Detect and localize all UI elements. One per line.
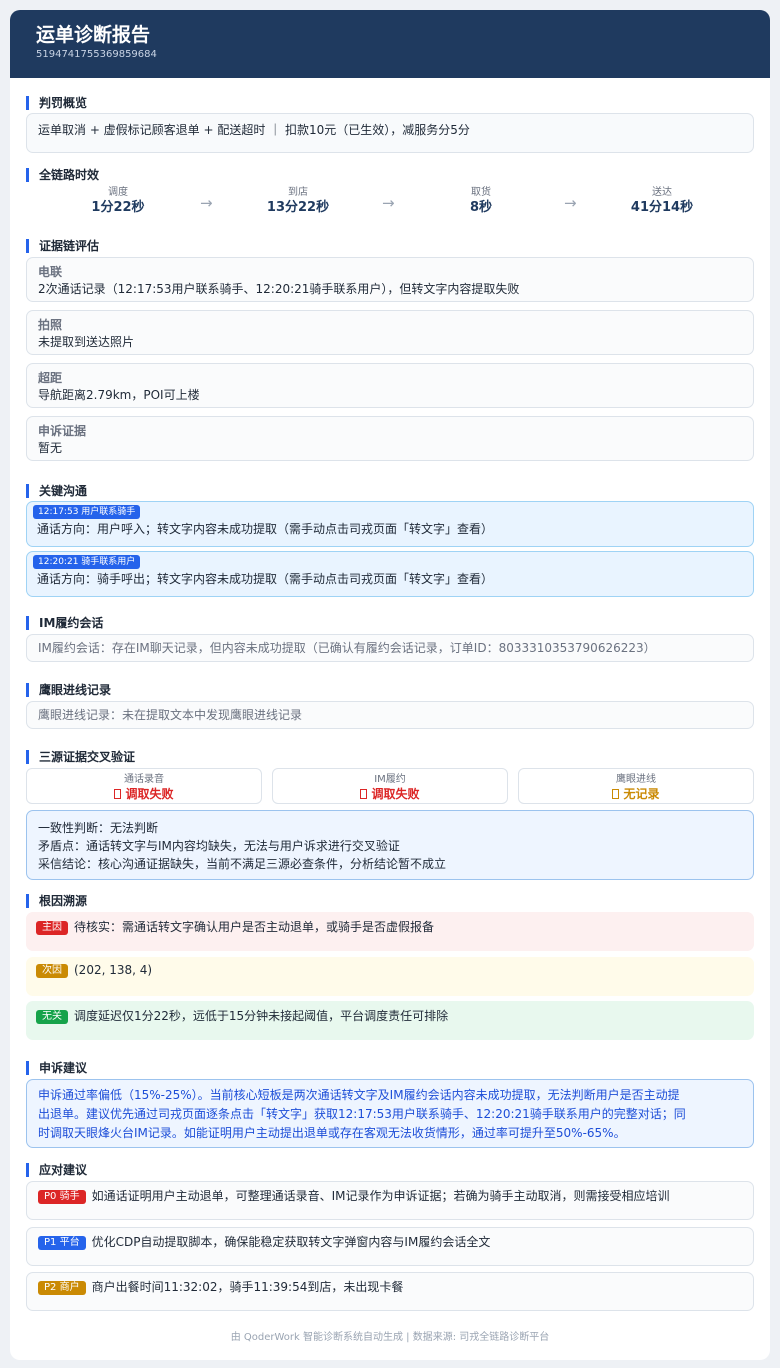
im-text: IM履约会话：存在IM聊天记录，但内容未成功提取（已确认有履约会话记录，订单ID… xyxy=(38,641,656,655)
section-title-communication: 关键沟通 xyxy=(26,484,87,498)
root-cause-text: 待核实：需通话转文字确认用户是否主动退单，或骑手是否虚假报备 xyxy=(74,920,435,934)
source-call-recording: 通话录音 调取失败 xyxy=(26,768,262,804)
evidence-item-phone: 电联 2次通话记录（12:17:53用户联系骑手、12:20:21骑手联系用户）… xyxy=(26,257,754,302)
timeline-step-label: 到店 xyxy=(288,187,308,198)
timeline-step-value: 41分14秒 xyxy=(630,200,694,215)
root-cause-main: 主因 待核实：需通话转文字确认用户是否主动退单，或骑手是否虚假报备 xyxy=(26,912,754,951)
source-status: 无记录 xyxy=(519,786,753,803)
evidence-item-distance: 超距 导航距离2.79km，POI可上楼 xyxy=(26,363,754,408)
timeline-step-label: 调度 xyxy=(108,187,128,198)
im-box: IM履约会话：存在IM聊天记录，但内容未成功提取（已确认有履约会话记录，订单ID… xyxy=(26,634,754,662)
section-title-timeline: 全链路时效 xyxy=(26,168,99,182)
evidence-text: 暂无 xyxy=(38,441,63,455)
penalty-summary-box: 运单取消 + 虚假标记顾客退单 + 配送超时 ｜ 扣款10元（已生效），减服务分… xyxy=(26,113,754,153)
communication-item: 12:20:21 骑手联系用户 通话方向：骑手呼出；转文字内容未成功提取（需手动… xyxy=(26,551,754,597)
timeline-step-value: 13分22秒 xyxy=(266,200,330,215)
appeal-line: 时调取天眼烽火台IM记录。如能证明用户主动提出退单或存在客观无法收货情形，通过率… xyxy=(38,1126,626,1140)
action-text: 商户出餐时间11:32:02，骑手11:39:54到店，未出现卡餐 xyxy=(91,1280,404,1294)
status-square-icon xyxy=(612,789,620,799)
priority-badge: P1 平台 xyxy=(38,1236,86,1250)
priority-badge: P2 商户 xyxy=(38,1281,86,1295)
arrow-right-icon: → xyxy=(564,194,577,212)
section-title-im: IM履约会话 xyxy=(26,616,103,630)
section-title-evidence: 证据链评估 xyxy=(26,239,99,253)
source-eagle: 鹰眼进线 无记录 xyxy=(518,768,754,804)
arrow-right-icon: → xyxy=(200,194,213,212)
communication-text: 通话方向：骑手呼出；转文字内容未成功提取（需手动点击司戎页面「转文字」查看） xyxy=(37,572,494,586)
timeline-step-dispatch: 调度 1分22秒 xyxy=(48,187,188,217)
appeal-box: 申诉通过率偏低（15%-25%）。当前核心短板是两次通话转文字及IM履约会话内容… xyxy=(26,1079,754,1148)
timeline-step-label: 送达 xyxy=(652,187,672,198)
evidence-label: 拍照 xyxy=(38,318,63,332)
section-title-penalty: 判罚概览 xyxy=(26,96,87,110)
timeline-step-value: 1分22秒 xyxy=(91,200,145,215)
order-id: 5194741755369859684 xyxy=(36,49,157,60)
root-cause-text: 调度延迟仅1分22秒，远低于15分钟未接起阈值，平台调度责任可排除 xyxy=(74,1009,449,1023)
eagle-text: 鹰眼进线记录：未在提取文本中发现鹰眼进线记录 xyxy=(38,708,303,722)
penalty-summary: 运单取消 + 虚假标记顾客退单 + 配送超时 ｜ 扣款10元（已生效），减服务分… xyxy=(38,123,470,137)
section-title-eagle: 鹰眼进线记录 xyxy=(26,683,111,697)
call-time-badge: 12:20:21 骑手联系用户 xyxy=(33,555,141,569)
section-title-cross-check: 三源证据交叉验证 xyxy=(26,750,135,764)
evidence-item-photo: 拍照 未提取到送达照片 xyxy=(26,310,754,355)
report-card: 运单诊断报告 5194741755369859684 判罚概览 运单取消 + 虚… xyxy=(10,10,770,1360)
appeal-line: 申诉通过率偏低（15%-25%）。当前核心短板是两次通话转文字及IM履约会话内容… xyxy=(38,1088,680,1102)
evidence-label: 超距 xyxy=(38,371,63,385)
evidence-text: 2次通话记录（12:17:53用户联系骑手、12:20:21骑手联系用户），但转… xyxy=(38,282,520,296)
status-square-icon xyxy=(360,789,368,799)
report-header: 运单诊断报告 5194741755369859684 xyxy=(10,10,770,78)
timeline-step-pickup: 取货 8秒 xyxy=(411,187,551,217)
source-label: 通话录音 xyxy=(124,774,164,785)
consistency-text: 一致性判断：无法判断 xyxy=(38,821,159,835)
root-cause-unrelated: 无关 调度延迟仅1分22秒，远低于15分钟未接起阈值，平台调度责任可排除 xyxy=(26,1001,754,1040)
root-cause-text: (202, 138, 4) xyxy=(74,963,153,977)
timeline-step-arrive: 到店 13分22秒 xyxy=(228,187,368,217)
timeline-step-deliver: 送达 41分14秒 xyxy=(592,187,732,217)
communication-text: 通话方向：用户呼入；转文字内容未成功提取（需手动点击司戎页面「转文字」查看） xyxy=(37,522,494,536)
evidence-item-appeal: 申诉证据 暂无 xyxy=(26,416,754,461)
action-text: 优化CDP自动提取脚本，确保能稳定获取转文字弹窗内容与IM履约会话全文 xyxy=(91,1235,491,1249)
conclusion-text: 采信结论：核心沟通证据缺失，当前不满足三源必查条件，分析结论暂不成立 xyxy=(38,857,447,871)
root-cause-secondary: 次因 (202, 138, 4) xyxy=(26,957,754,996)
footer: 由 QoderWork 智能诊断系统自动生成 | 数据来源: 司戎全链路诊断平台 xyxy=(230,1332,550,1343)
section-title-appeal: 申诉建议 xyxy=(26,1061,87,1075)
action-item-p2: P2 商户 商户出餐时间11:32:02，骑手11:39:54到店，未出现卡餐 xyxy=(26,1272,754,1311)
timeline-step-value: 8秒 xyxy=(469,200,493,215)
evidence-text: 导航距离2.79km，POI可上楼 xyxy=(38,388,200,402)
appeal-line: 出退单。建议优先通过司戎页面逐条点击「转文字」获取12:17:53用户联系骑手、… xyxy=(38,1107,686,1121)
status-square-icon xyxy=(114,789,122,799)
root-cause-tag: 次因 xyxy=(36,964,68,978)
communication-item: 12:17:53 用户联系骑手 通话方向：用户呼入；转文字内容未成功提取（需手动… xyxy=(26,501,754,547)
source-status: 调取失败 xyxy=(27,786,261,803)
action-item-p0: P0 骑手 如通话证明用户主动退单，可整理通话录音、IM记录作为申诉证据；若确为骑… xyxy=(26,1181,754,1220)
source-status: 调取失败 xyxy=(273,786,507,803)
page-title: 运单诊断报告 xyxy=(36,24,151,46)
root-cause-tag: 主因 xyxy=(36,921,68,935)
eagle-box: 鹰眼进线记录：未在提取文本中发现鹰眼进线记录 xyxy=(26,701,754,729)
section-title-actions: 应对建议 xyxy=(26,1163,87,1177)
section-title-root-cause: 根因溯源 xyxy=(26,894,87,908)
evidence-label: 申诉证据 xyxy=(38,424,87,438)
source-label: 鹰眼进线 xyxy=(616,774,656,785)
root-cause-tag: 无关 xyxy=(36,1010,68,1024)
source-im: IM履约 调取失败 xyxy=(272,768,508,804)
action-item-p1: P1 平台 优化CDP自动提取脚本，确保能稳定获取转文字弹窗内容与IM履约会话全文 xyxy=(26,1227,754,1266)
evidence-label: 电联 xyxy=(38,265,63,279)
verdict-box: 一致性判断：无法判断 矛盾点：通话转文字与IM内容均缺失，无法与用户诉求进行交叉… xyxy=(26,810,754,880)
arrow-right-icon: → xyxy=(382,194,395,212)
priority-badge: P0 骑手 xyxy=(38,1190,86,1204)
contradiction-text: 矛盾点：通话转文字与IM内容均缺失，无法与用户诉求进行交叉验证 xyxy=(38,839,400,853)
source-label: IM履约 xyxy=(374,774,406,785)
action-text: 如通话证明用户主动退单，可整理通话录音、IM记录作为申诉证据；若确为骑手主动取消… xyxy=(91,1189,670,1203)
timeline-step-label: 取货 xyxy=(471,187,491,198)
call-time-badge: 12:17:53 用户联系骑手 xyxy=(33,505,141,519)
evidence-text: 未提取到送达照片 xyxy=(38,335,135,349)
